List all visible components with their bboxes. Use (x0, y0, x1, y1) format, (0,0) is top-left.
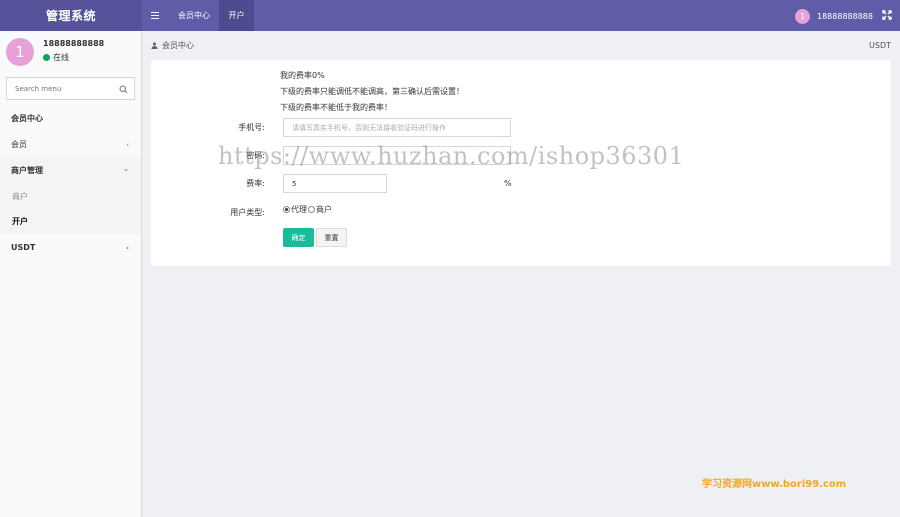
profile-name: 18888888888 (43, 39, 105, 48)
sidebar-item-label: 商户 (12, 191, 28, 201)
avatar: 1 (6, 38, 34, 66)
tab-member-center[interactable]: 会员中心 (169, 0, 219, 31)
user-menu[interactable]: 1 18888888888 (795, 7, 873, 25)
radio-agent[interactable] (283, 206, 290, 213)
fullscreen-icon[interactable] (882, 10, 892, 20)
sidebar-item-label: 开户 (12, 216, 28, 226)
header-username: 18888888888 (817, 11, 873, 21)
radio-agent-label[interactable]: 代理 (291, 204, 307, 215)
search-input[interactable] (7, 78, 134, 99)
chevron-down-icon: ⌄ (123, 165, 129, 173)
sidebar-item-label: 会员 (11, 139, 27, 149)
password-field-wrap (283, 146, 511, 165)
user-icon (151, 41, 158, 49)
user-type-label: 用户类型: (230, 208, 265, 217)
status-text: 在线 (53, 53, 69, 62)
sidebar-item-label: 商户管理 (11, 165, 43, 175)
rate-limit-text: 下级的费率不能低于我的费率！ (280, 103, 392, 112)
open-account-form: 我的费率0% 下级的费率只能调低不能调高，第三确认后需设置！ 下级的费率不能低于… (151, 60, 891, 266)
sidebar-item-member[interactable]: 会员 ‹ (0, 131, 141, 157)
password-input[interactable] (284, 147, 510, 164)
password-label: 密码: (246, 151, 265, 160)
corner-watermark: 学习资源网www.bori99.com (702, 479, 847, 490)
user-panel: 1 18888888888 在线 (6, 36, 136, 66)
rate-unit: % (504, 179, 512, 188)
phone-field-wrap (283, 118, 511, 137)
radio-merchant[interactable] (308, 206, 315, 213)
usdt-label[interactable]: USDT (869, 38, 891, 52)
sidebar-item-label: USDT (11, 242, 36, 252)
hamburger-icon (151, 12, 159, 19)
phone-label: 手机号: (238, 123, 265, 132)
breadcrumb: 会员中心 (151, 38, 194, 52)
radio-merchant-label[interactable]: 商户 (316, 204, 332, 215)
rate-field-wrap (283, 174, 387, 193)
sidebar-item-merchant[interactable]: 商户 (0, 183, 141, 209)
sidebar-item-usdt[interactable]: USDT ‹ (0, 234, 141, 260)
top-navbar: 管理系统 会员中心 开户 1 18888888888 (0, 0, 900, 31)
rate-label: 费率: (246, 179, 265, 188)
online-dot-icon (43, 54, 50, 61)
rate-input[interactable] (284, 175, 386, 192)
sidebar-search (6, 77, 135, 100)
sidebar-item-member-center[interactable]: 会员中心 (0, 105, 141, 131)
sidebar: 1 18888888888 在线 会员中心 会员 ‹ 商户管理 ⌄ 商户 开户 … (0, 31, 142, 517)
rate-notice-text: 下级的费率只能调低不能调高，第三确认后需设置！ (280, 87, 464, 96)
sidebar-item-open-account[interactable]: 开户 (0, 208, 141, 234)
sidebar-item-merchant-management[interactable]: 商户管理 ⌄ (0, 157, 141, 183)
menu-toggle-button[interactable] (143, 0, 167, 31)
reset-button[interactable]: 重置 (316, 228, 347, 247)
my-rate-text: 我的费率0% (280, 71, 325, 80)
avatar: 1 (795, 8, 810, 24)
phone-input[interactable] (284, 119, 510, 136)
tab-open-account[interactable]: 开户 (219, 0, 254, 31)
search-icon[interactable] (119, 85, 128, 94)
submit-button[interactable]: 确定 (283, 228, 314, 247)
user-type-radio-group: 代理 商户 (283, 204, 332, 215)
breadcrumb-label[interactable]: 会员中心 (162, 40, 194, 51)
chevron-left-icon: ‹ (126, 141, 129, 149)
sidebar-item-label: 会员中心 (11, 113, 43, 123)
chevron-left-icon: ‹ (126, 244, 129, 252)
online-status: 在线 (43, 52, 69, 63)
app-logo[interactable]: 管理系统 (0, 0, 142, 31)
